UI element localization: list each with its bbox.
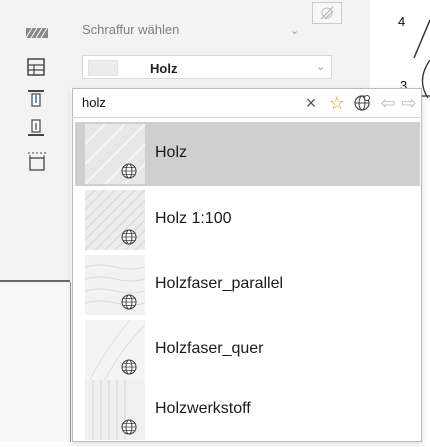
- chevron-down-icon[interactable]: ⌄: [316, 60, 325, 73]
- align-top-icon[interactable]: [26, 88, 46, 108]
- toolbar-divider: [0, 280, 70, 282]
- drawing-label: 4: [398, 14, 406, 29]
- globe-icon: [120, 358, 138, 376]
- item-name: Holzfaser_parallel: [155, 275, 284, 292]
- list-item[interactable]: Holzwerkstoff: [75, 378, 420, 442]
- list-item[interactable]: Holz: [75, 122, 420, 186]
- list-item[interactable]: Holz 1:100: [75, 188, 420, 252]
- list-item[interactable]: Holzfaser_quer: [75, 318, 420, 382]
- grid-panel-icon[interactable]: [26, 57, 46, 77]
- hatch-swatch: [88, 60, 118, 76]
- toolbar-lower-area: [0, 284, 70, 442]
- chevron-down-icon[interactable]: ⌄: [290, 24, 299, 37]
- globe-settings-icon[interactable]: [351, 92, 373, 114]
- panel-edge: [70, 282, 71, 442]
- item-name: Holz: [155, 144, 188, 161]
- star-icon[interactable]: ☆: [326, 92, 348, 114]
- hatch-preview-icon: [312, 2, 342, 24]
- align-bottom-icon[interactable]: [26, 118, 46, 138]
- globe-icon: [120, 293, 138, 311]
- globe-icon: [120, 418, 138, 436]
- forward-arrow-icon[interactable]: ⇨: [398, 92, 420, 114]
- search-input[interactable]: [82, 90, 292, 114]
- clear-search-icon[interactable]: ×: [300, 92, 322, 114]
- hatch-select-label[interactable]: Schraffur wählen: [82, 22, 179, 37]
- item-name: Holzfaser_quer: [155, 340, 264, 357]
- hatch-select-value: Holz: [150, 61, 178, 76]
- item-name: Holzwerkstoff: [155, 400, 251, 417]
- globe-icon: [120, 162, 138, 180]
- hatch-pattern-icon[interactable]: [25, 26, 48, 46]
- back-arrow-icon[interactable]: ⇦: [377, 92, 399, 114]
- list-item[interactable]: Holzfaser_parallel: [75, 253, 420, 317]
- globe-icon: [120, 228, 138, 246]
- item-name: Holz 1:100: [155, 210, 232, 227]
- frame-icon[interactable]: [26, 150, 46, 171]
- hatch-select[interactable]: [82, 55, 332, 79]
